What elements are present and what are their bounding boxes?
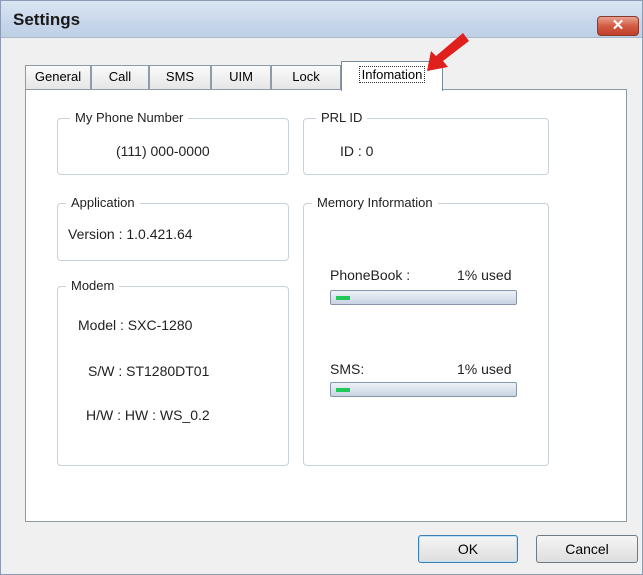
ok-button[interactable]: OK xyxy=(418,535,518,563)
prl-id-value: ID : 0 xyxy=(340,143,374,159)
application-title: Application xyxy=(66,195,140,211)
tab-general[interactable]: General xyxy=(25,65,91,89)
modem-hardware: H/W : HW : WS_0.2 xyxy=(86,407,210,423)
modem-model: Model : SXC-1280 xyxy=(78,317,193,333)
memory-information-title: Memory Information xyxy=(312,195,438,211)
sms-memory-usage: 1% used xyxy=(457,361,512,377)
modem-title: Modem xyxy=(66,278,120,294)
close-icon: ✕ xyxy=(611,17,625,34)
sms-progress-fill xyxy=(336,388,350,392)
phonebook-progress-fill xyxy=(336,296,350,300)
window-title: Settings xyxy=(13,10,81,29)
sms-progress-bar xyxy=(330,382,517,397)
application-version: Version : 1.0.421.64 xyxy=(68,226,193,242)
phonebook-usage: 1% used xyxy=(457,267,512,283)
memory-information-group: Memory Information PhoneBook : 1% used S… xyxy=(303,195,549,466)
red-arrow-icon xyxy=(427,33,469,71)
sms-memory-label: SMS: xyxy=(330,361,365,377)
title-bar[interactable]: Settings ✕ xyxy=(1,1,642,38)
prl-id-group: PRL ID ID : 0 xyxy=(303,110,549,175)
tab-uim[interactable]: UIM xyxy=(211,65,271,89)
phone-number-title: My Phone Number xyxy=(70,110,189,126)
application-group: Application Version : 1.0.421.64 xyxy=(57,195,289,261)
tab-call[interactable]: Call xyxy=(91,65,149,89)
modem-software: S/W : ST1280DT01 xyxy=(88,363,210,379)
phonebook-label: PhoneBook : xyxy=(330,267,411,283)
phone-number-value: (111) 000-0000 xyxy=(116,143,210,159)
close-button[interactable]: ✕ xyxy=(597,16,639,36)
tab-sms[interactable]: SMS xyxy=(149,65,211,89)
information-panel: My Phone Number (111) 000-0000 PRL ID ID… xyxy=(25,89,627,522)
cancel-button[interactable]: Cancel xyxy=(536,535,638,563)
prl-id-title: PRL ID xyxy=(316,110,368,126)
settings-window: Settings ✕ General Call SMS UIM Lock Inf… xyxy=(0,0,643,575)
modem-group: Modem Model : SXC-1280 S/W : ST1280DT01 … xyxy=(57,278,289,466)
tab-lock[interactable]: Lock xyxy=(271,65,341,89)
phonebook-progress-bar xyxy=(330,290,517,305)
phone-number-group: My Phone Number (111) 000-0000 xyxy=(57,110,289,175)
